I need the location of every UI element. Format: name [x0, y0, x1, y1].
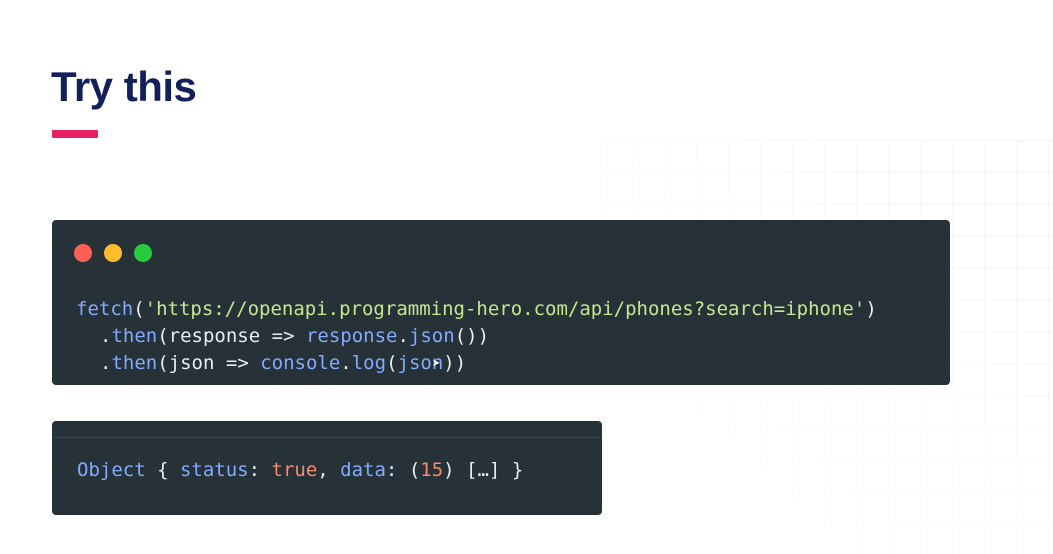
code-line-1: fetch('https://openapi.programming-hero.…: [76, 296, 877, 323]
page-title: Try this: [51, 63, 197, 110]
code-token: =>: [260, 325, 306, 347]
code-token: (): [454, 325, 478, 347]
close-dot-icon: [74, 244, 92, 262]
code-token: (: [386, 352, 398, 374]
console-output-line[interactable]: Object { status: true, data: (15) […] }: [77, 457, 523, 483]
console-key-status: status: [179, 459, 249, 481]
minimize-dot-icon: [104, 244, 122, 262]
console-token: ,: [317, 459, 341, 481]
code-line-3: .then(json => console.log(json ➤)): [100, 352, 467, 374]
code-token: json: [168, 352, 215, 374]
console-token: :: [248, 459, 272, 481]
code-token: ): [865, 298, 877, 320]
code-token: (: [133, 298, 145, 320]
window-controls: [74, 244, 152, 262]
code-token: log: [351, 352, 387, 374]
code-token: (: [157, 352, 169, 374]
console-divider: [52, 437, 602, 438]
code-token: (: [157, 325, 169, 347]
code-token: )): [443, 352, 467, 374]
console-output-panel: Object { status: true, data: (15) […] }: [52, 421, 602, 515]
console-token: ): [443, 459, 467, 481]
console-token: (: [408, 459, 421, 481]
code-token: .: [340, 352, 352, 374]
code-token: .: [397, 325, 409, 347]
code-token: then: [111, 352, 158, 374]
console-value-status: true: [271, 459, 318, 481]
console-token: {: [145, 459, 180, 481]
code-token: json: [408, 325, 455, 347]
console-collapsed-array[interactable]: […]: [466, 459, 500, 481]
code-token: response: [305, 325, 398, 347]
console-type-label: Object: [77, 459, 146, 481]
code-token: =>: [214, 352, 261, 374]
maximize-dot-icon: [134, 244, 152, 262]
code-block: fetch('https://openapi.programming-hero.…: [76, 296, 877, 377]
code-token: response: [168, 325, 261, 347]
code-token: then: [111, 325, 158, 347]
code-token: .: [100, 325, 112, 347]
code-token: .: [100, 352, 112, 374]
code-line-2: .then(response => response.json()): [76, 323, 877, 350]
code-url-string: 'https://openapi.programming-hero.com/ap…: [144, 298, 866, 320]
code-window: fetch('https://openapi.programming-hero.…: [52, 220, 950, 385]
console-token: }: [500, 459, 524, 481]
console-data-count: 15: [420, 459, 444, 481]
code-token: ): [477, 325, 490, 347]
title-underline: [52, 130, 98, 138]
console-token: :: [385, 459, 409, 481]
code-token: console: [260, 352, 341, 374]
console-key-data: data: [340, 459, 386, 481]
code-token: fetch: [76, 298, 134, 320]
